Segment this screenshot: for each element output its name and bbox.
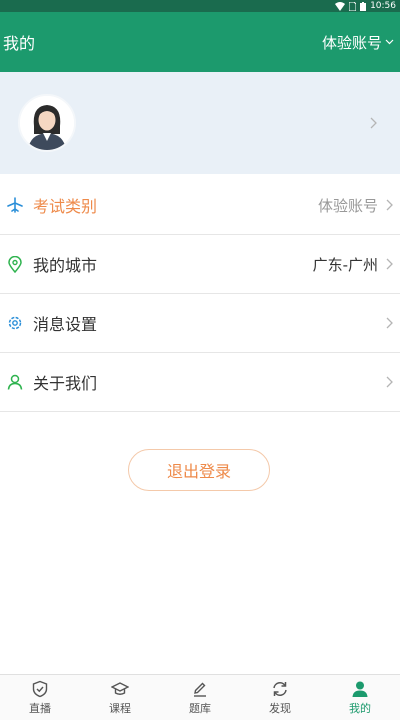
app-header: 我的 体验账号: [0, 12, 400, 72]
profile-card[interactable]: [0, 72, 400, 174]
plane-icon: [6, 196, 24, 214]
menu-item-value: 体验账号: [317, 196, 378, 215]
tab-mine[interactable]: 我的: [320, 675, 400, 720]
settings-menu: 考试类别 体验账号 我的城市 广东-广州 消息设置 关于我们: [0, 176, 400, 412]
wifi-icon: [335, 1, 346, 11]
battery-icon: [360, 1, 367, 11]
menu-item-message-settings[interactable]: 消息设置: [0, 294, 400, 353]
menu-item-about-us[interactable]: 关于我们: [0, 353, 400, 412]
status-bar: 10:56: [0, 0, 400, 12]
graduation-cap-icon: [111, 681, 129, 695]
menu-item-label: 考试类别: [33, 197, 98, 216]
avatar-image: [20, 96, 74, 150]
user-icon: [352, 681, 368, 697]
pencil-icon: [194, 682, 206, 697]
menu-item-exam-category[interactable]: 考试类别 体验账号: [0, 176, 400, 235]
menu-item-label: 我的城市: [33, 256, 98, 275]
menu-item-value: 广东-广州: [312, 255, 378, 274]
bottom-tab-bar: 直播 课程 题库 发现 我的: [0, 674, 400, 720]
tab-live[interactable]: 直播: [0, 675, 80, 720]
chevron-down-icon: [385, 39, 394, 45]
person-icon: [6, 373, 24, 391]
logout-button[interactable]: 退出登录: [128, 449, 270, 491]
tab-label: 题库: [189, 701, 211, 715]
account-dropdown[interactable]: 体验账号: [322, 32, 394, 53]
tab-label: 发现: [269, 701, 291, 715]
avatar[interactable]: [18, 94, 76, 152]
tab-label: 直播: [29, 701, 51, 715]
menu-item-label: 消息设置: [33, 315, 98, 334]
tab-label: 课程: [109, 701, 131, 715]
chevron-right-icon: [386, 199, 393, 211]
account-label: 体验账号: [321, 33, 382, 52]
tab-label: 我的: [349, 701, 371, 715]
tab-courses[interactable]: 课程: [80, 675, 160, 720]
gear-icon: [6, 314, 24, 332]
shield-icon: [32, 680, 48, 697]
menu-item-my-city[interactable]: 我的城市 广东-广州: [0, 235, 400, 294]
tab-discover[interactable]: 发现: [240, 675, 320, 720]
chevron-right-icon: [386, 376, 393, 388]
chevron-right-icon: [386, 258, 393, 270]
chevron-right-icon: [370, 117, 377, 129]
chevron-right-icon: [386, 317, 393, 329]
status-time: 10:56: [370, 1, 396, 11]
no-sim-icon: [349, 1, 357, 11]
location-pin-icon: [6, 255, 24, 273]
tab-question-bank[interactable]: 题库: [160, 675, 240, 720]
menu-item-label: 关于我们: [33, 374, 98, 393]
refresh-icon: [273, 681, 287, 696]
page-title: 我的: [3, 34, 36, 53]
